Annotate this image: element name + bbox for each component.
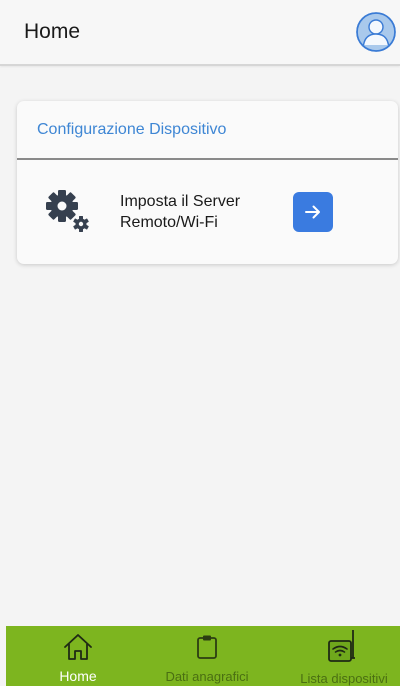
open-server-settings-button[interactable] [293,192,333,232]
nav-label-lista-dispositivi: Lista dispositivi [300,671,388,686]
user-avatar-icon[interactable] [356,12,396,52]
gears-icon [46,190,89,232]
home-screen: Home Configurazione Dispositivo Imposta … [0,0,400,686]
bottom-navigation: Home Dati anagrafici Lista dispositivi [6,626,400,686]
card-title: Configurazione Dispositivo [37,121,227,138]
router-wifi-icon [328,630,355,662]
nav-label-dati-anagrafici: Dati anagrafici [165,669,249,684]
device-config-card: Configurazione Dispositivo Imposta il Se… [17,101,398,264]
nav-item-lista-dispositivi[interactable]: Lista dispositivi [286,626,400,686]
nav-item-dati-anagrafici[interactable]: Dati anagrafici [152,626,262,686]
server-wifi-setting-label: Imposta il Server Remoto/Wi-Fi [120,193,241,231]
nav-item-home[interactable]: Home [44,626,112,686]
clipboard-icon [197,635,217,659]
house-icon [64,634,92,660]
card-divider [17,158,398,160]
arrow-right-icon [305,205,320,219]
page-title: Home [24,20,81,43]
app-header: Home [0,0,400,66]
nav-label-home: Home [59,668,97,684]
